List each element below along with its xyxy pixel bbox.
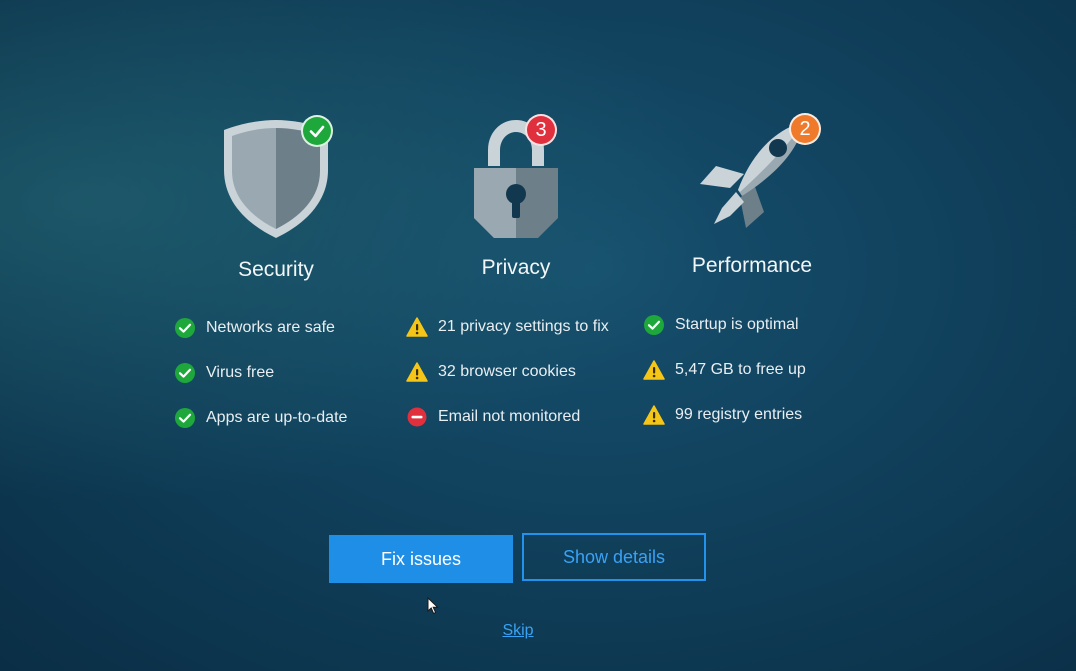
list-item: Apps are up-to-date [174,395,347,440]
performance-title: Performance [691,254,813,277]
performance-hero: 2 [602,110,902,238]
warning-icon [406,316,428,338]
security-items: Networks are safe Virus free Apps are up… [174,305,347,440]
item-label: Startup is optimal [675,315,799,333]
list-item: Networks are safe [174,305,347,350]
warning-icon [643,404,665,426]
blocked-icon [406,406,428,428]
performance-items: Startup is optimal 5,47 GB to free up 99… [643,302,806,437]
privacy-items: 21 privacy settings to fix 32 browser co… [406,304,609,439]
privacy-count-badge: 3 [525,114,557,146]
list-item: 5,47 GB to free up [643,347,806,392]
item-label: Email not monitored [438,407,581,425]
check-icon [309,125,325,138]
warning-icon [406,361,428,383]
ok-check-icon [174,362,196,384]
ok-check-icon [174,317,196,339]
show-details-button[interactable]: Show details [522,533,706,581]
fix-issues-button[interactable]: Fix issues [329,535,513,583]
item-label: 99 registry entries [675,405,803,423]
item-label: Virus free [206,363,275,381]
item-label: 21 privacy settings to fix [438,317,609,335]
mouse-cursor-icon [427,597,439,615]
ok-check-icon [174,407,196,429]
item-label: Apps are up-to-date [206,408,348,426]
list-item: 99 registry entries [643,392,806,437]
performance-count-badge: 2 [789,113,821,145]
item-label: Networks are safe [206,318,335,336]
warning-icon [643,359,665,381]
ok-check-icon [643,314,665,336]
skip-link[interactable]: Skip [490,622,546,640]
list-item: Email not monitored [406,394,609,439]
performance-section: 2 Performance Startup is optimal 5,47 GB… [602,110,902,425]
list-item: 21 privacy settings to fix [406,304,609,349]
security-check-badge [301,115,333,147]
list-item: 32 browser cookies [406,349,609,394]
scan-results-screen: Security Networks are safe Virus free Ap… [0,0,1076,671]
item-label: 5,47 GB to free up [675,360,806,378]
list-item: Startup is optimal [643,302,806,347]
list-item: Virus free [174,350,347,395]
item-label: 32 browser cookies [438,362,576,380]
